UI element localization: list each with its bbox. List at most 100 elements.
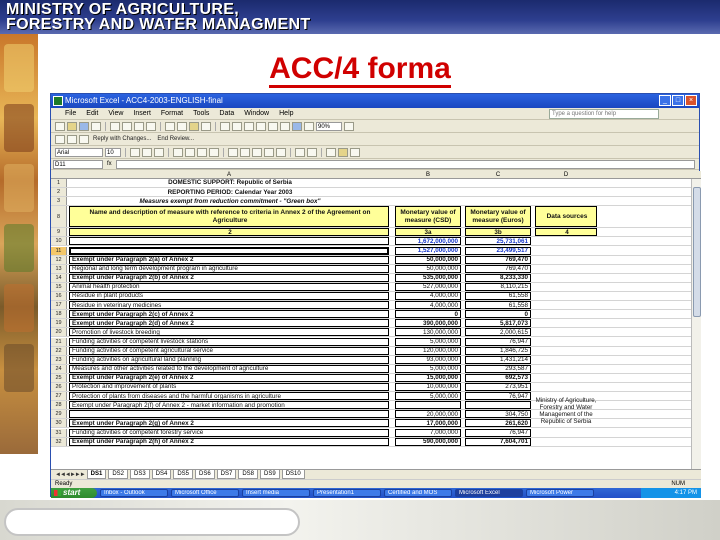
row-number[interactable]: 17 <box>51 301 67 310</box>
drawing-icon[interactable] <box>304 121 314 131</box>
spelling-icon[interactable] <box>134 121 144 131</box>
increase-indent-icon[interactable] <box>307 147 317 157</box>
table-cell-a[interactable] <box>69 410 389 419</box>
table-cell-b[interactable] <box>395 188 461 196</box>
menu-edit[interactable]: Edit <box>86 108 98 119</box>
table-cell-b[interactable]: 5,000,000 <box>395 392 461 401</box>
table-cell-d[interactable] <box>535 356 597 364</box>
table-cell-a[interactable]: Funding activities on agricultural land … <box>69 355 389 364</box>
table-cell-a[interactable]: Exempt under Paragraph 2(b) of Annex 2 <box>69 273 389 282</box>
table-cell-b[interactable]: 120,000,000 <box>395 346 461 355</box>
table-cell-b[interactable]: 535,000,000 <box>395 273 461 282</box>
redo-icon[interactable] <box>232 121 242 131</box>
zoom-select[interactable]: 90% <box>316 121 342 131</box>
sheet-tab-ds6[interactable]: DS6 <box>195 470 215 479</box>
maximize-button[interactable]: □ <box>672 95 684 106</box>
format-painter-icon[interactable] <box>201 121 211 131</box>
table-cell-a[interactable]: Exempt under Paragraph 2(e) of Annex 2 <box>69 373 389 382</box>
sheet-tab-ds3[interactable]: DS3 <box>129 470 150 479</box>
row-number[interactable]: 25 <box>51 373 67 382</box>
align-left-icon[interactable] <box>173 147 183 157</box>
table-cell-b[interactable]: 17,000,000 <box>395 419 461 428</box>
table-cell-a[interactable]: Exempt under Paragraph 2(h) of Annex 2 <box>69 437 389 446</box>
row-number[interactable]: 12 <box>51 255 67 264</box>
row-number[interactable]: 29 <box>51 410 67 419</box>
table-cell-b[interactable]: 0 <box>395 310 461 319</box>
cut-icon[interactable] <box>165 121 175 131</box>
menu-help[interactable]: Help <box>279 108 293 119</box>
table-cell-d[interactable] <box>535 247 597 255</box>
table-cell-b[interactable]: 15,000,000 <box>395 373 461 382</box>
table-cell-a[interactable]: Exempt under Paragraph 2(c) of Annex 2 <box>69 310 389 319</box>
currency-icon[interactable] <box>228 147 238 157</box>
tab-nav-arrows[interactable]: ◄◄◄►►► <box>55 472 86 478</box>
table-cell-d[interactable] <box>535 365 597 373</box>
table-cell-c[interactable]: 76,947 <box>465 337 531 346</box>
column-header-a[interactable]: A <box>69 171 389 179</box>
table-cell-b[interactable] <box>395 401 461 410</box>
align-right-icon[interactable] <box>197 147 207 157</box>
table-cell-d[interactable] <box>535 283 597 291</box>
print-preview-icon[interactable] <box>122 121 132 131</box>
row-number[interactable]: 15 <box>51 282 67 291</box>
row-number[interactable]: 14 <box>51 273 67 282</box>
table-cell-c[interactable]: 3b <box>465 228 531 237</box>
row-number[interactable]: 28 <box>51 401 67 410</box>
table-cell-b[interactable]: 4,000,000 <box>395 301 461 310</box>
table-cell-b[interactable] <box>395 179 461 187</box>
row-number[interactable]: 8 <box>51 206 67 228</box>
open-icon[interactable] <box>67 121 77 131</box>
table-cell-c[interactable]: 8,233,330 <box>465 273 531 282</box>
table-cell-b[interactable]: 5,000,000 <box>395 364 461 373</box>
table-cell-c[interactable]: 273,951 <box>465 383 531 392</box>
table-cell-a[interactable]: Exempt under Paragraph 2(f) of Annex 2 -… <box>69 401 389 410</box>
decrease-decimal-icon[interactable] <box>276 147 286 157</box>
row-number[interactable]: 10 <box>51 237 67 246</box>
chart-wizard-icon[interactable] <box>292 121 302 131</box>
row-number[interactable]: 27 <box>51 392 67 401</box>
table-cell-a[interactable]: Protection and improvement of plants <box>69 383 389 392</box>
percent-icon[interactable] <box>240 147 250 157</box>
save-icon[interactable] <box>79 121 89 131</box>
font-select[interactable]: Arial <box>55 147 103 157</box>
table-cell-d[interactable] <box>535 374 597 382</box>
table-cell-b[interactable]: 130,000,000 <box>395 328 461 337</box>
table-cell-c[interactable]: 25,731,061 <box>465 237 531 246</box>
sheet-tab-ds7[interactable]: DS7 <box>216 470 237 479</box>
table-cell-a[interactable]: Residue in plant products <box>69 292 389 301</box>
table-cell-d[interactable] <box>535 310 597 318</box>
menu-tools[interactable]: Tools <box>193 108 209 119</box>
table-cell-b[interactable]: 4,000,000 <box>395 292 461 301</box>
table-cell-c[interactable]: 0 <box>465 310 531 319</box>
table-cell-b[interactable]: 93,000,000 <box>395 355 461 364</box>
research-icon[interactable] <box>146 121 156 131</box>
row-number[interactable]: 13 <box>51 264 67 273</box>
sort-asc-icon[interactable] <box>268 121 278 131</box>
table-cell-a[interactable]: 2 <box>69 228 389 237</box>
increase-decimal-icon[interactable] <box>264 147 274 157</box>
table-cell-d[interactable] <box>535 292 597 300</box>
comma-icon[interactable] <box>252 147 262 157</box>
table-cell-a[interactable]: Residue in veterinary medicines <box>69 301 389 310</box>
menu-data[interactable]: Data <box>219 108 234 119</box>
hyperlink-icon[interactable] <box>244 121 254 131</box>
undo-icon[interactable] <box>220 121 230 131</box>
table-cell-d[interactable] <box>535 301 597 309</box>
row-number[interactable]: 31 <box>51 428 67 437</box>
table-cell-b[interactable]: 590,000,000 <box>395 437 461 446</box>
help-icon[interactable] <box>344 121 354 131</box>
start-button[interactable]: start <box>51 488 97 498</box>
table-cell-c[interactable]: 5,817,073 <box>465 319 531 328</box>
row-number[interactable]: 24 <box>51 364 67 373</box>
end-review-button[interactable]: End Review... <box>155 136 196 142</box>
table-cell-c[interactable] <box>465 188 531 196</box>
table-cell-c[interactable]: 769,470 <box>465 264 531 273</box>
table-cell-c[interactable]: 2,000,615 <box>465 328 531 337</box>
table-cell-d[interactable] <box>535 438 597 446</box>
menu-window[interactable]: Window <box>244 108 269 119</box>
table-cell-b[interactable] <box>395 197 461 205</box>
table-cell-b[interactable]: 10,000,000 <box>395 383 461 392</box>
bold-icon[interactable] <box>130 147 140 157</box>
table-cell-b[interactable]: 50,000,000 <box>395 264 461 273</box>
row-number[interactable]: 2 <box>51 188 67 197</box>
